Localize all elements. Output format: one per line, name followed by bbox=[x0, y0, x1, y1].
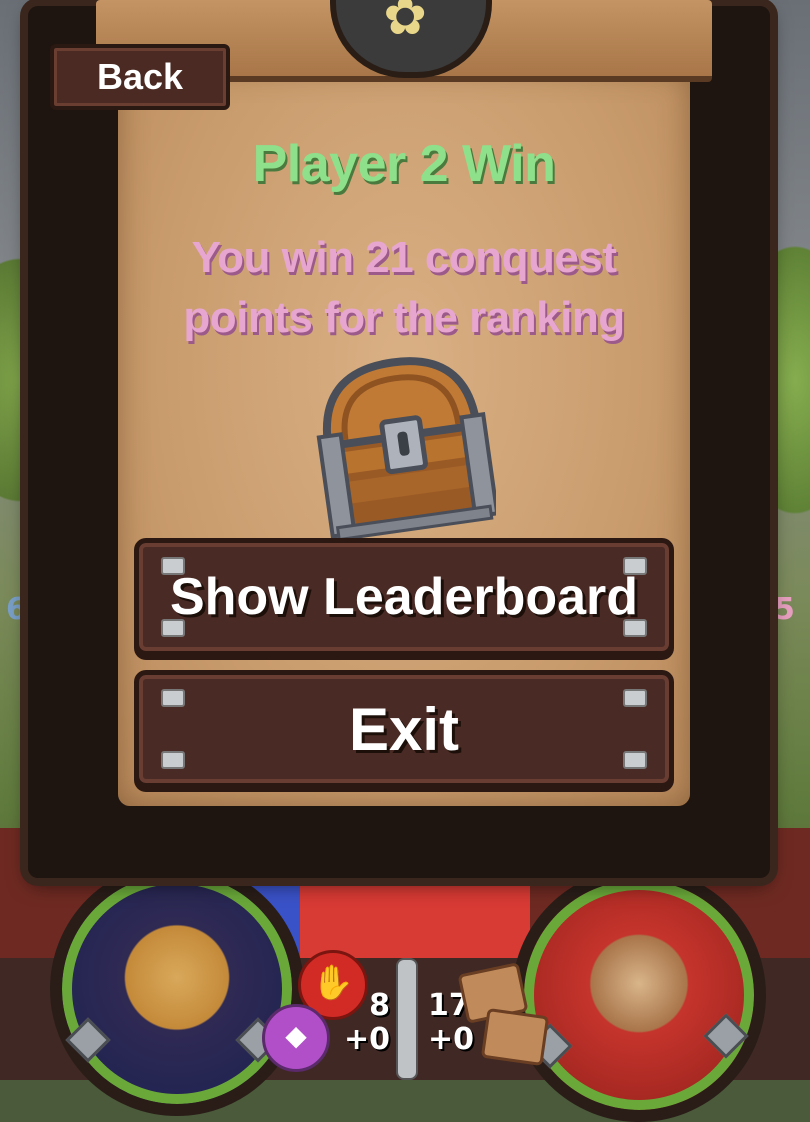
rivet bbox=[161, 619, 185, 637]
rivet bbox=[623, 557, 647, 575]
bolt-icon bbox=[65, 1017, 111, 1063]
rivet bbox=[623, 751, 647, 769]
left-edge-number: 6 bbox=[6, 592, 27, 627]
card-icon bbox=[480, 1007, 550, 1067]
rivet bbox=[161, 751, 185, 769]
exit-button[interactable]: Exit bbox=[134, 670, 674, 788]
left-stat-value: 8 bbox=[369, 988, 390, 1023]
rivet bbox=[623, 619, 647, 637]
reward-message-line1: You win 21 conquest bbox=[191, 233, 617, 282]
gem-icon: ◆ bbox=[262, 1004, 330, 1072]
hud-divider bbox=[396, 958, 418, 1080]
exit-label: Exit bbox=[348, 695, 460, 763]
gear-emblem-icon: ✿ bbox=[383, 0, 427, 47]
reward-message: You win 21 conquest points for the ranki… bbox=[118, 228, 690, 348]
bolt-icon bbox=[703, 1013, 749, 1059]
right-stat-delta: +0 bbox=[428, 1022, 475, 1057]
reward-message-line2: points for the ranking bbox=[183, 293, 625, 342]
rivet bbox=[161, 557, 185, 575]
player2-health-bar bbox=[300, 880, 530, 960]
treasure-chest-icon bbox=[316, 357, 496, 540]
result-title: Player 2 Win bbox=[252, 135, 556, 193]
back-button[interactable]: Back bbox=[50, 44, 230, 110]
rivet bbox=[161, 689, 185, 707]
rivet bbox=[623, 689, 647, 707]
player1-portrait bbox=[50, 862, 304, 1116]
right-edge-number: 5 bbox=[774, 592, 795, 627]
show-leaderboard-button[interactable]: Show Leaderboard bbox=[134, 538, 674, 656]
left-stat-delta: +0 bbox=[343, 1022, 390, 1057]
show-leaderboard-label: Show Leaderboard bbox=[169, 568, 639, 626]
player2-portrait bbox=[512, 868, 766, 1122]
